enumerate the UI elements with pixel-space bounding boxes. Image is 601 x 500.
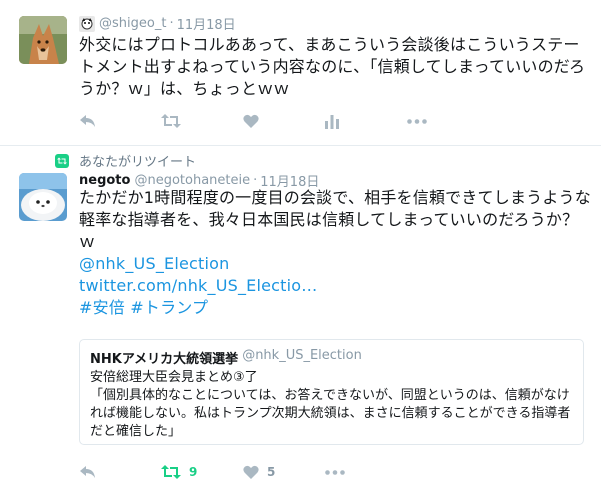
retweet-context-label[interactable]: あなたがリツイート [79, 151, 196, 170]
user-handle[interactable]: @shigeo_t [99, 16, 166, 31]
quoted-tweet[interactable]: NHKアメリカ大統領選挙 @nhk_US_Election 安倍総理大臣会見まと… [79, 339, 584, 445]
mention-link[interactable]: @nhk_US_Election [79, 253, 594, 275]
like-button[interactable] [243, 111, 325, 131]
tweet-body: たかだか1時間程度の一度目の会談で、相手を信頼できてしまうような軽率な指導者を、… [79, 188, 591, 251]
heart-icon [243, 465, 259, 479]
reply-button[interactable] [79, 111, 161, 131]
reply-icon [80, 466, 95, 478]
retweet-icon [161, 114, 181, 128]
tweet[interactable]: あなたがリツイート negoto @negotohaneteie · 11月18… [0, 146, 601, 500]
more-button[interactable] [407, 111, 489, 131]
separator-dot: · [253, 173, 258, 188]
analytics-button[interactable] [325, 111, 407, 131]
tweet[interactable]: @shigeo_t · 11月18日 外交にはプロトコルああって、まあこういう会… [0, 0, 601, 146]
retweet-icon [161, 465, 181, 479]
user-name[interactable]: negoto [79, 173, 130, 188]
quote-text: 安倍総理大臣会見まとめ③了 「個別具体的なことについては、お答えできないが、同盟… [90, 370, 571, 439]
reply-icon [80, 115, 95, 127]
retweet-button[interactable]: 9 [161, 462, 243, 482]
timestamp[interactable]: 11月18日 [177, 14, 236, 33]
more-dots-icon [407, 118, 427, 124]
retweet-context: あなたがリツイート [55, 151, 196, 170]
analytics-icon [325, 114, 339, 129]
tweet-header: @shigeo_t · 11月18日 [79, 14, 236, 33]
hashtag-links[interactable]: #安倍 #トランプ [79, 297, 594, 319]
reply-button[interactable] [79, 462, 161, 482]
tweet-actions: 9 5 [79, 462, 407, 482]
heart-icon [243, 114, 259, 128]
more-dots-icon [325, 469, 345, 475]
url-link[interactable]: twitter.com/nhk_US_Electio… [79, 275, 594, 297]
tweet-text: たかだか1時間程度の一度目の会談で、相手を信頼できてしまうような軽率な指導者を、… [79, 187, 594, 319]
more-button[interactable] [325, 462, 407, 482]
like-count: 5 [267, 465, 276, 479]
quote-header: NHKアメリカ大統領選挙 @nhk_US_Election [90, 348, 573, 367]
tweet-actions [79, 111, 489, 131]
tweet-text: 外交にはプロトコルああって、まあこういう会談後はこういうステートメント出すよねっ… [79, 35, 586, 98]
retweet-count: 9 [189, 465, 198, 479]
quote-user-name: NHKアメリカ大統領選挙 [90, 352, 239, 367]
separator-dot: · [169, 16, 174, 31]
like-button[interactable]: 5 [243, 462, 325, 482]
retweet-badge-icon [55, 153, 69, 168]
user-icon[interactable] [79, 15, 95, 32]
quote-user-handle: @nhk_US_Election [242, 348, 362, 363]
user-handle[interactable]: @negotohaneteie [134, 173, 250, 188]
seal-avatar-icon[interactable] [19, 173, 67, 221]
retweet-button[interactable] [161, 111, 243, 131]
dog-avatar-icon[interactable] [19, 16, 67, 64]
